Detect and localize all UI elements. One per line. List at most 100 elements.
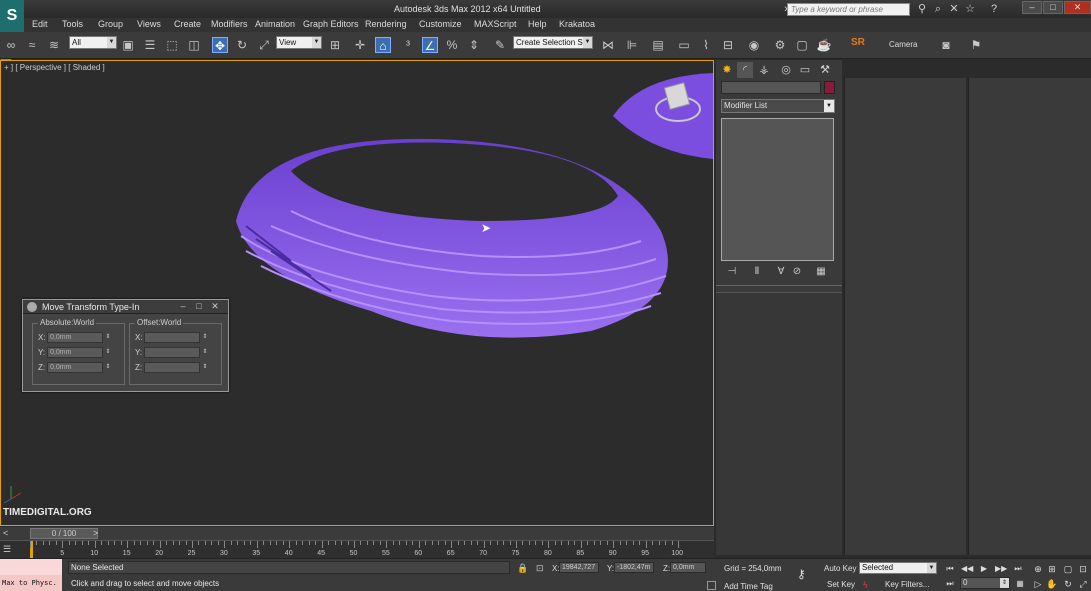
dialog-minimize-button[interactable]: – (175, 301, 191, 312)
zoom-extents-icon[interactable]: ▢ (1062, 563, 1074, 575)
modifier-stack[interactable] (721, 118, 834, 261)
maxscript-listener-output[interactable] (0, 559, 62, 575)
abs-z-spinner[interactable]: ⇕ (104, 362, 112, 373)
menu-help[interactable]: Help (528, 19, 547, 29)
render-setup-icon[interactable]: ⚙ (772, 37, 788, 53)
help-icon[interactable]: ? (988, 3, 1000, 15)
angle-snap-icon[interactable]: ∠ (422, 37, 438, 53)
pin-stack-icon[interactable]: ⊣ (725, 266, 739, 278)
pivot-center-icon[interactable]: ⊞ (327, 37, 343, 53)
minimize-button[interactable]: – (1022, 1, 1042, 14)
abs-x-field[interactable]: 0,0mm (47, 332, 103, 343)
key-filters-button[interactable]: Key Filters... (885, 580, 929, 589)
menu-animation[interactable]: Animation (255, 19, 295, 29)
x-coord-field[interactable]: 19842,727 (559, 562, 599, 573)
search-icon[interactable]: ⚲ (916, 3, 928, 15)
abs-y-field[interactable]: 0,0mm (47, 347, 103, 358)
time-slider-right-arrow[interactable]: > (93, 528, 101, 539)
absolute-mode-icon[interactable]: ⊡ (536, 563, 544, 574)
previous-frame-icon[interactable]: ◀◀ (961, 563, 973, 574)
zoom-icon[interactable]: ⊕ (1032, 563, 1044, 575)
graphite-ribbon-icon[interactable]: ▭ (676, 37, 692, 53)
mini-curve-editor-icon[interactable]: ☰ (3, 544, 15, 555)
time-tag-checkbox[interactable] (707, 581, 716, 590)
key-mode-dropdown[interactable]: Selected ▼ (859, 562, 937, 574)
current-frame-field[interactable]: 0 ⇕ (960, 577, 1010, 589)
object-name-field[interactable] (721, 81, 821, 94)
app-logo-icon[interactable]: S (0, 0, 24, 32)
modifier-list-dropdown[interactable]: Modifier List ▼ (721, 99, 835, 113)
communication-icon[interactable]: ✕ (948, 3, 960, 15)
y-coord-field[interactable]: -1802,47m (614, 562, 654, 573)
schematic-view-icon[interactable]: ⊟ (720, 37, 736, 53)
close-button[interactable]: ✕ (1064, 1, 1091, 14)
menu-graph-editors[interactable]: Graph Editors (303, 19, 359, 29)
key-mode-toggle-icon[interactable]: ⏭ (944, 578, 956, 589)
layer-manager-icon[interactable]: ▤ (650, 37, 666, 53)
select-and-rotate-icon[interactable]: ↻ (234, 37, 250, 53)
rendered-frame-window-icon[interactable]: ▢ (794, 37, 810, 53)
link-icon[interactable]: ∞ (3, 37, 19, 53)
orbit-icon[interactable]: ↻ (1062, 578, 1074, 590)
binoculars-icon[interactable]: ⌕ (932, 3, 944, 15)
align-icon[interactable]: ⊫ (624, 37, 640, 53)
off-z-spinner[interactable]: ⇕ (201, 362, 209, 373)
select-by-name-icon[interactable]: ☰ (142, 37, 158, 53)
off-x-spinner[interactable]: ⇕ (201, 332, 209, 343)
camera-label[interactable]: Camera (889, 40, 917, 49)
object-color-swatch[interactable] (824, 81, 835, 94)
menu-edit[interactable]: Edit (32, 19, 48, 29)
menu-rendering[interactable]: Rendering (365, 19, 407, 29)
select-and-scale-icon[interactable]: ⤢ (256, 37, 272, 53)
selection-filter-dropdown[interactable]: All ▼ (69, 36, 117, 49)
select-manipulate-icon[interactable]: ✛ (352, 37, 368, 53)
maxscript-listener-input[interactable]: Max to Physc. (0, 575, 62, 591)
display-tab-icon[interactable]: ▭ (797, 62, 813, 78)
create-tab-icon[interactable]: ✸ (719, 62, 735, 78)
menu-customize[interactable]: Customize (419, 19, 462, 29)
spinner-snap-icon[interactable]: ⇕ (466, 37, 482, 53)
abs-y-spinner[interactable]: ⇕ (104, 347, 112, 358)
next-frame-icon[interactable]: ▶▶ (995, 563, 1007, 574)
keyboard-shortcut-override-icon[interactable]: ⌂ (375, 37, 391, 53)
track-bar[interactable]: ☰ 5 10 15 20 25 30 35 40 45 50 55 60 65 70 75 80 85 90 95 1… (0, 540, 714, 558)
motion-tab-icon[interactable]: ◎ (778, 62, 794, 78)
edit-named-selection-icon[interactable]: ✎ (492, 37, 508, 53)
show-end-result-icon[interactable]: Ⅱ (750, 266, 764, 278)
field-of-view-icon[interactable]: ▷ (1032, 578, 1044, 590)
maximize-viewport-icon[interactable]: ⤢ (1077, 578, 1089, 590)
make-unique-icon[interactable]: ∀ (774, 266, 788, 278)
set-key-icon[interactable]: ⚷ (797, 567, 806, 581)
material-editor-icon[interactable]: ◉ (746, 37, 762, 53)
selection-lock-icon[interactable]: 🔒 (517, 563, 528, 574)
off-y-field[interactable] (144, 347, 200, 358)
reference-coordinate-dropdown[interactable]: View ▼ (276, 36, 322, 49)
render-teapot-icon[interactable]: ☕ (816, 37, 832, 53)
off-x-field[interactable] (144, 332, 200, 343)
percent-snap-icon[interactable]: % (444, 37, 460, 53)
menu-tools[interactable]: Tools (62, 19, 83, 29)
configure-modifier-sets-icon[interactable]: ▦ (814, 266, 828, 278)
time-slider-left-arrow[interactable]: < (3, 528, 17, 539)
window-crossing-icon[interactable]: ◫ (186, 37, 202, 53)
remove-modifier-icon[interactable]: ⊘ (790, 266, 804, 278)
search-arrow-icon[interactable]: › (780, 3, 792, 15)
menu-views[interactable]: Views (137, 19, 161, 29)
named-selection-dropdown[interactable]: Create Selection Se ▼ (513, 36, 593, 49)
time-slider-track[interactable]: < 0 / 100 > (0, 527, 714, 540)
bind-space-warp-icon[interactable]: ≋ (46, 37, 62, 53)
pan-view-icon[interactable]: ✋ (1046, 578, 1058, 590)
time-slider-thumb[interactable]: 0 / 100 (30, 528, 98, 539)
utilities-tab-icon[interactable]: ⚒ (817, 62, 833, 78)
add-time-tag-button[interactable]: Add Time Tag (724, 582, 773, 591)
search-input[interactable]: Type a keyword or phrase (787, 3, 910, 16)
off-y-spinner[interactable]: ⇕ (201, 347, 209, 358)
abs-z-field[interactable]: 0,0mm (47, 362, 103, 373)
favorites-star-icon[interactable]: ☆ (964, 3, 976, 15)
key-filters-icon[interactable]: ϟ (863, 580, 868, 590)
selection-region-icon[interactable]: ⬚ (164, 37, 180, 53)
camera-settings-icon[interactable]: ◙ (938, 37, 954, 53)
go-to-start-icon[interactable]: ⏮ (944, 563, 956, 574)
dialog-close-button[interactable]: ✕ (207, 301, 223, 312)
modify-tab-icon[interactable]: ◜ (737, 62, 753, 78)
